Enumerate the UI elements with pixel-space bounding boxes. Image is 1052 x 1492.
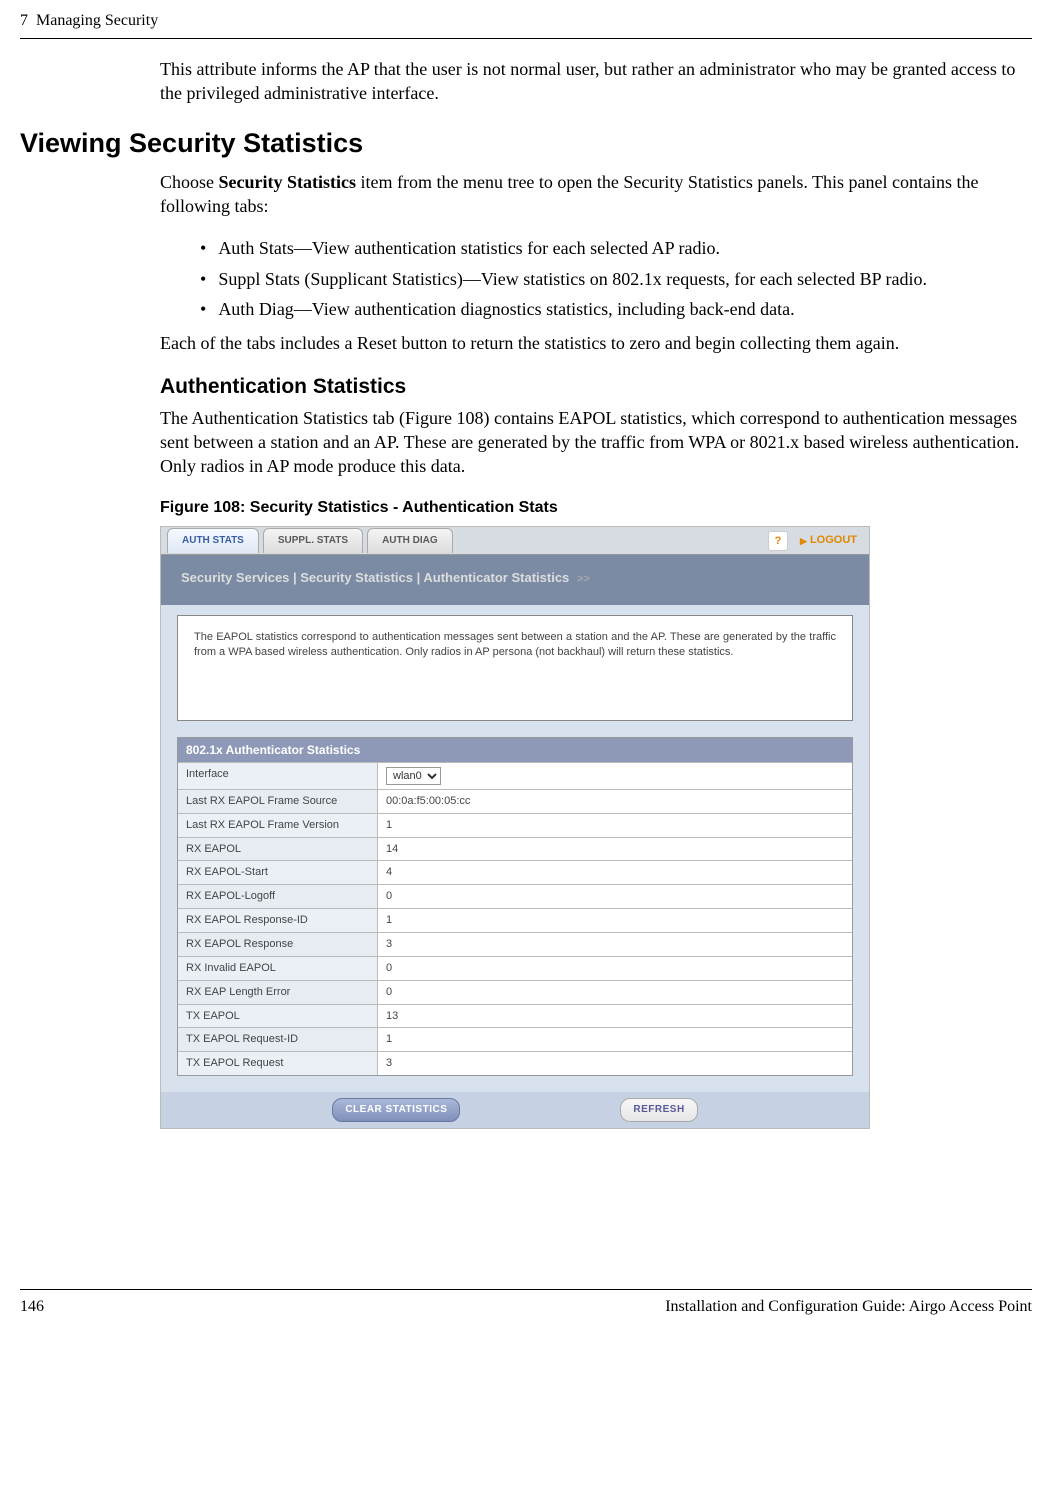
guide-title: Installation and Configuration Guide: Ai… [665, 1296, 1032, 1318]
breadcrumb-arrow-icon: >> [577, 573, 590, 585]
list-item: Auth Diag—View authentication diagnostic… [200, 297, 1032, 321]
table-row: TX EAPOL Request3 [178, 1051, 852, 1075]
list-item: Suppl Stats (Supplicant Statistics)—View… [200, 267, 1032, 291]
tab-bar: AUTH STATS SUPPL. STATS AUTH DIAG ? LOGO… [161, 527, 869, 555]
page-footer: 146 Installation and Configuration Guide… [20, 1289, 1032, 1330]
tab-auth-stats[interactable]: AUTH STATS [167, 528, 259, 553]
tab-suppl-stats[interactable]: SUPPL. STATS [263, 528, 363, 553]
clear-statistics-button[interactable]: CLEAR STATISTICS [332, 1098, 460, 1122]
tab-auth-diag[interactable]: AUTH DIAG [367, 528, 453, 553]
section-intro: Choose Security Statistics item from the… [160, 170, 1032, 219]
figure-caption: Figure 108: Security Statistics - Authen… [160, 497, 1032, 519]
table-row: RX EAP Length Error0 [178, 980, 852, 1004]
subsection-paragraph: The Authentication Statistics tab (Figur… [160, 406, 1032, 479]
button-row: CLEAR STATISTICS REFRESH [161, 1092, 869, 1128]
tab-description-list: Auth Stats—View authentication statistic… [200, 236, 1032, 321]
description-box: The EAPOL statistics correspond to authe… [177, 615, 853, 721]
list-item: Auth Stats—View authentication statistic… [200, 236, 1032, 260]
table-row: RX Invalid EAPOL0 [178, 956, 852, 980]
chapter-number: 7 [20, 10, 28, 32]
breadcrumb-text: Security Services | Security Statistics … [181, 570, 569, 585]
table-row: RX EAPOL-Logoff0 [178, 884, 852, 908]
intro-paragraph: This attribute informs the AP that the u… [160, 57, 1032, 106]
logout-button[interactable]: LOGOUT [794, 530, 863, 551]
table-row: TX EAPOL Request-ID1 [178, 1027, 852, 1051]
table-row: Interface wlan0 [178, 762, 852, 789]
help-button[interactable]: ? [768, 531, 788, 551]
subsection-title: Authentication Statistics [160, 373, 1032, 401]
section-title: Viewing Security Statistics [20, 125, 1032, 161]
page-header: 7 Managing Security [20, 0, 1032, 39]
table-row: RX EAPOL Response-ID1 [178, 908, 852, 932]
stat-panel: 802.1x Authenticator Statistics Interfac… [177, 737, 853, 1076]
breadcrumb: Security Services | Security Statistics … [161, 555, 869, 605]
table-row: RX EAPOL Response3 [178, 932, 852, 956]
intro-bold: Security Statistics [219, 172, 356, 192]
page-number: 146 [20, 1296, 44, 1318]
screenshot-panel: AUTH STATS SUPPL. STATS AUTH DIAG ? LOGO… [160, 526, 870, 1128]
table-row: Last RX EAPOL Frame Version1 [178, 813, 852, 837]
logout-label: LOGOUT [810, 533, 857, 548]
interface-label: Interface [178, 763, 378, 789]
table-row: RX EAPOL14 [178, 837, 852, 861]
reset-note: Each of the tabs includes a Reset button… [160, 331, 1032, 355]
interface-select[interactable]: wlan0 [386, 767, 441, 785]
panel-title: 802.1x Authenticator Statistics [178, 738, 852, 762]
table-row: Last RX EAPOL Frame Source00:0a:f5:00:05… [178, 789, 852, 813]
refresh-button[interactable]: REFRESH [620, 1098, 697, 1122]
table-row: TX EAPOL13 [178, 1004, 852, 1028]
table-row: RX EAPOL-Start4 [178, 860, 852, 884]
intro-part-a: Choose [160, 172, 219, 192]
chapter-title: Managing Security [36, 10, 158, 32]
